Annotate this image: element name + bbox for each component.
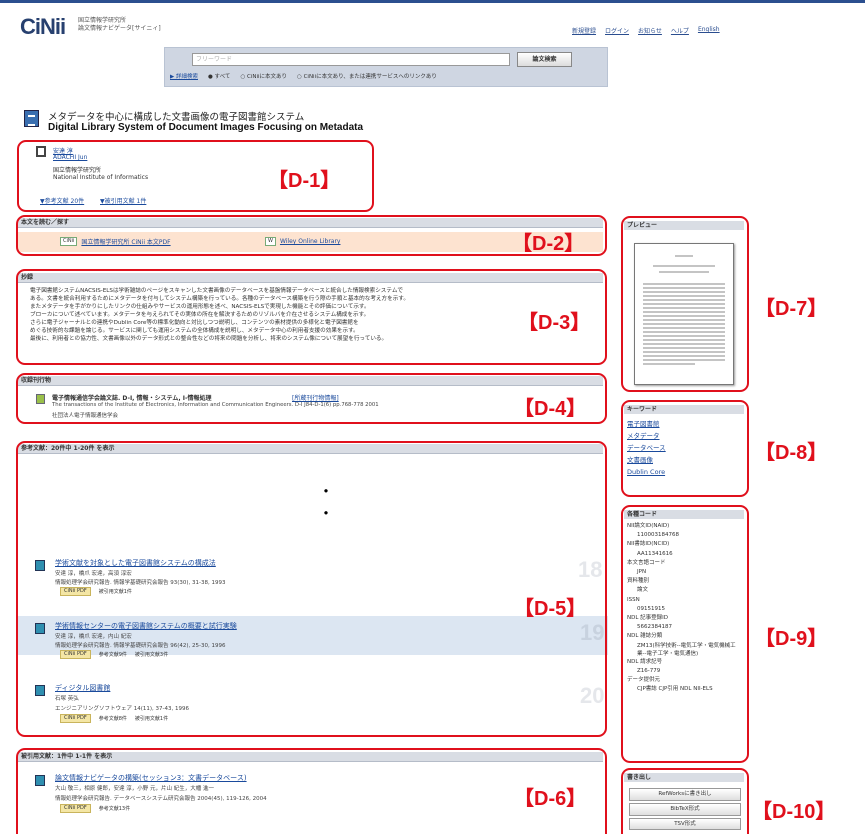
annotation-label-d5: 【D-5】 bbox=[514, 598, 587, 620]
annotation-box-d8 bbox=[621, 400, 749, 497]
logo-sub-line: 国立情報学研究所 bbox=[78, 17, 127, 24]
annotation-label-d4: 【D-4】 bbox=[514, 398, 587, 420]
logo-subtitle: 国立情報学研究所 論文情報ナビゲータ[サイニィ] bbox=[78, 17, 168, 33]
search-input[interactable]: フリーワード bbox=[192, 53, 510, 66]
radio-fulltext-or-link[interactable]: ○ CiNiiに本文あり、または連携サービスへのリンクあり bbox=[297, 72, 437, 80]
annotation-label-d8: 【D-8】 bbox=[755, 442, 828, 464]
annotation-box-d5 bbox=[16, 441, 607, 737]
nav-news[interactable]: お知らせ bbox=[638, 26, 662, 35]
annotation-label-d10: 【D-10】 bbox=[752, 801, 836, 823]
annotation-label-d3: 【D-3】 bbox=[518, 306, 591, 335]
nav-english[interactable]: English bbox=[698, 26, 720, 35]
annotation-label-d6: 【D-6】 bbox=[514, 788, 587, 810]
annotation-box-d10 bbox=[621, 768, 749, 834]
annotation-label-d1: 【D-1】 bbox=[268, 170, 341, 192]
article-title-en: Digital Library System of Document Image… bbox=[48, 122, 364, 133]
top-border bbox=[0, 0, 865, 3]
search-options: ▶ 詳細検索 ● すべて ○ CiNiiに本文あり ○ CiNiiに本文あり、ま… bbox=[170, 72, 437, 80]
annotation-box-d7 bbox=[621, 216, 749, 392]
nav-help[interactable]: ヘルプ bbox=[671, 26, 689, 35]
annotation-label-d2: 【D-2】 bbox=[512, 233, 585, 255]
nav-login[interactable]: ログイン bbox=[605, 26, 629, 35]
annotation-label-d9: 【D-9】 bbox=[755, 628, 828, 650]
top-nav: 新規登録 ログイン お知らせ ヘルプ English bbox=[572, 26, 720, 35]
nav-register[interactable]: 新規登録 bbox=[572, 26, 596, 35]
advanced-search-link[interactable]: ▶ 詳細検索 bbox=[170, 72, 198, 80]
annotation-box-d9 bbox=[621, 505, 749, 763]
radio-fulltext[interactable]: ○ CiNiiに本文あり bbox=[240, 72, 287, 80]
search-button[interactable]: 論文検索 bbox=[517, 52, 572, 67]
logo-sub-line: 論文情報ナビゲータ[サイニィ] bbox=[78, 25, 161, 32]
article-title-jp: メタデータを中心に構成した文書画像の電子図書館システム bbox=[48, 112, 305, 123]
cinii-logo[interactable]: CiNii bbox=[20, 14, 66, 40]
annotation-label-d7: 【D-7】 bbox=[755, 298, 828, 320]
radio-all[interactable]: ● すべて bbox=[208, 72, 230, 80]
document-icon bbox=[24, 110, 39, 127]
